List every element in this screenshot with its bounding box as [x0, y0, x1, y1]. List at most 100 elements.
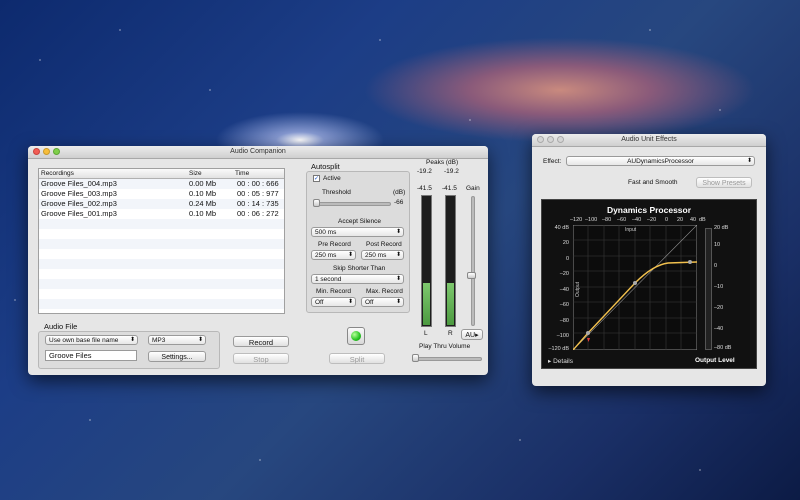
output-tick: 10	[714, 242, 721, 248]
popup-arrows-icon: ⬍	[197, 337, 203, 343]
popup-arrows-icon: ⬍	[347, 299, 353, 305]
preset-name: Fast and Smooth	[628, 179, 678, 186]
expansion-handle[interactable]	[586, 331, 590, 335]
row-name: Groove Files_003.mp3	[41, 189, 117, 198]
threshold-value: -66	[394, 199, 404, 206]
pre-record-popup[interactable]: 250 ms ⬍	[311, 250, 356, 260]
active-label: Active	[323, 175, 341, 182]
au-button[interactable]: AU▸	[461, 329, 483, 340]
headroom-handle[interactable]	[688, 260, 692, 264]
threshold-unit: (dB)	[393, 189, 406, 196]
recordings-table[interactable]: Recordings Size Time Groove Files_004.mp…	[38, 168, 285, 314]
skip-shorter-value: 1 second	[315, 276, 342, 283]
gain-slider-knob[interactable]	[467, 272, 476, 279]
minimize-button[interactable]	[43, 148, 50, 155]
format-popup[interactable]: MP3 ⬍	[148, 335, 206, 345]
y-tick: –40	[559, 287, 569, 293]
output-tick: –80 dB	[714, 345, 732, 351]
x-tick: –100	[585, 217, 598, 223]
max-record-popup[interactable]: Off ⬍	[361, 297, 404, 307]
play-thru-slider-track[interactable]	[416, 357, 482, 361]
stop-button[interactable]: Stop	[233, 353, 289, 364]
column-header-time[interactable]: Time	[235, 169, 249, 178]
table-row-empty	[39, 269, 284, 279]
row-name: Groove Files_004.mp3	[41, 179, 117, 188]
x-tick: 0	[665, 217, 669, 223]
details-disclosure[interactable]: ▸ Details	[548, 357, 573, 365]
active-checkbox[interactable]: ✓	[313, 175, 320, 182]
table-row-empty	[39, 239, 284, 249]
file-naming-value: Use own base file name	[49, 337, 119, 344]
split-button[interactable]: Split	[329, 353, 385, 364]
minimize-button[interactable]	[547, 136, 554, 143]
output-tick: –10	[714, 284, 724, 290]
effects-titlebar[interactable]: Audio Unit Effects	[532, 134, 766, 147]
min-record-popup[interactable]: Off ⬍	[311, 297, 356, 307]
popup-arrows-icon: ⬍	[347, 252, 353, 258]
effect-popup[interactable]: AUDynamicsProcessor ⬍	[566, 156, 755, 166]
threshold-label: Threshold	[322, 189, 351, 196]
level-left-value: -41.5	[417, 185, 432, 192]
output-tick: –20	[714, 305, 724, 311]
row-size: 0.00 Mb	[189, 179, 217, 188]
right-meter-fill	[447, 283, 454, 325]
column-header-size[interactable]: Size	[189, 169, 202, 178]
transfer-curve-graph[interactable]: Input Output	[573, 225, 697, 350]
gain-slider-track[interactable]	[471, 196, 475, 326]
close-button[interactable]	[33, 148, 40, 155]
table-body: Groove Files_004.mp3 0.00 Mb 00 : 00 : 6…	[39, 179, 284, 309]
threshold-handle[interactable]	[633, 281, 637, 285]
table-row[interactable]: Groove Files_002.mp3 0.24 Mb 00 : 14 : 7…	[39, 199, 284, 209]
popup-arrows-icon: ⬍	[395, 276, 401, 282]
row-size: 0.24 Mb	[189, 199, 217, 208]
details-label: Details	[553, 358, 573, 365]
x-tick: 20	[677, 217, 684, 223]
left-meter-fill	[423, 283, 430, 325]
output-level-label: Output Level	[695, 357, 735, 364]
x-tick: –20	[647, 217, 657, 223]
record-button[interactable]: Record	[233, 336, 289, 347]
audio-file-label: Audio File	[44, 322, 78, 331]
row-time: 00 : 06 : 272	[237, 209, 279, 218]
companion-titlebar[interactable]: Audio Companion	[28, 146, 488, 159]
x-tick: –80	[602, 217, 612, 223]
row-time: 00 : 05 : 977	[237, 189, 279, 198]
threshold-slider-track[interactable]	[314, 202, 391, 206]
threshold-slider-knob[interactable]	[313, 199, 320, 207]
show-presets-button[interactable]: Show Presets	[696, 177, 752, 188]
zoom-button[interactable]	[53, 148, 60, 155]
x-unit: dB	[699, 217, 706, 223]
settings-button[interactable]: Settings...	[148, 351, 206, 362]
table-row-empty	[39, 289, 284, 299]
post-record-label: Post Record	[366, 241, 402, 248]
pre-record-value: 250 ms	[315, 252, 337, 259]
popup-arrows-icon: ⬍	[395, 252, 401, 258]
table-row-empty	[39, 219, 284, 229]
table-row[interactable]: Groove Files_001.mp3 0.10 Mb 00 : 06 : 2…	[39, 209, 284, 219]
x-tick: –60	[617, 217, 627, 223]
processor-title: Dynamics Processor	[606, 205, 692, 215]
popup-arrows-icon: ⬍	[395, 299, 401, 305]
post-record-popup[interactable]: 250 ms ⬍	[361, 250, 404, 260]
table-row[interactable]: Groove Files_003.mp3 0.10 Mb 00 : 05 : 9…	[39, 189, 284, 199]
output-level-ticks: 20 dB 10 0 –10 –20 –40 –80 dB	[714, 225, 744, 351]
row-name: Groove Files_002.mp3	[41, 199, 117, 208]
skip-shorter-popup[interactable]: 1 second ⬍	[311, 274, 404, 284]
left-channel-label: L	[424, 330, 428, 337]
play-thru-slider-knob[interactable]	[412, 354, 419, 362]
accept-silence-popup[interactable]: 500 ms ⬍	[311, 227, 404, 237]
popup-arrows-icon: ⬍	[746, 158, 752, 164]
pre-record-label: Pre Record	[318, 241, 351, 248]
column-header-recordings[interactable]: Recordings	[41, 169, 74, 178]
max-record-label: Max. Record	[366, 288, 403, 295]
close-button[interactable]	[537, 136, 544, 143]
output-tick: 20 dB	[714, 225, 729, 231]
base-name-input[interactable]: Groove Files	[45, 350, 137, 361]
table-row[interactable]: Groove Files_004.mp3 0.00 Mb 00 : 00 : 6…	[39, 179, 284, 189]
zoom-button[interactable]	[557, 136, 564, 143]
format-value: MP3	[152, 337, 166, 344]
row-size: 0.10 Mb	[189, 209, 217, 218]
right-channel-label: R	[448, 330, 453, 337]
effect-label: Effect:	[543, 158, 562, 165]
file-naming-popup[interactable]: Use own base file name ⬍	[45, 335, 138, 345]
